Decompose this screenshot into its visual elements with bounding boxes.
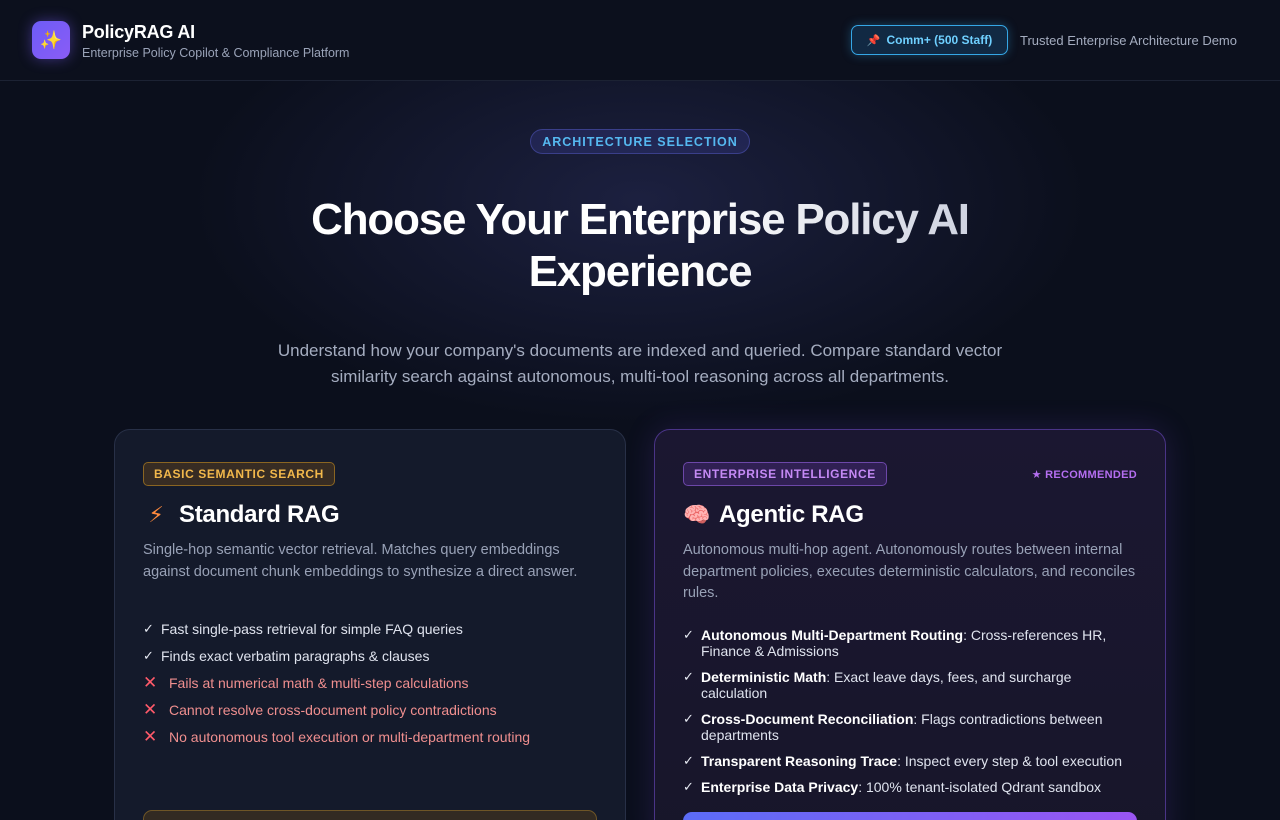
agentic-rag-badge: ENTERPRISE INTELLIGENCE [683, 462, 887, 486]
feature-text: Cannot resolve cross-document policy con… [169, 702, 497, 718]
agentic-rag-feature-list: ✓ Autonomous Multi-Department Routing: C… [683, 627, 1137, 795]
list-item: ✕ Cannot resolve cross-document policy c… [143, 700, 597, 719]
standard-rag-title-text: Standard RAG [179, 501, 340, 528]
list-item: ✓ Autonomous Multi-Department Routing: C… [683, 627, 1137, 659]
feature-text: No autonomous tool execution or multi-de… [169, 729, 531, 745]
list-item: ✓ Deterministic Math: Exact leave days, … [683, 669, 1137, 701]
list-item: ✓ Fast single-pass retrieval for simple … [143, 621, 597, 637]
trusted-caption: Trusted Enterprise Architecture Demo [1020, 33, 1237, 48]
list-item: ✓ Cross-Document Reconciliation: Flags c… [683, 711, 1137, 743]
page-subtitle: Understand how your company's documents … [277, 341, 1003, 386]
select-agentic-rag-button[interactable] [683, 812, 1137, 820]
section-eyebrow: ARCHITECTURE SELECTION [530, 129, 750, 154]
feature-text: Autonomous Multi-Department Routing: Cro… [701, 627, 1137, 659]
check-icon: ✓ [683, 778, 694, 794]
feature-heading: Cross-Document Reconciliation [701, 710, 914, 727]
list-item: ✓ Transparent Reasoning Trace: Inspect e… [683, 753, 1137, 769]
feature-text: Transparent Reasoning Trace: Inspect eve… [701, 753, 1122, 769]
feature-text: Deterministic Math: Exact leave days, fe… [701, 669, 1137, 701]
agentic-rag-card[interactable]: ENTERPRISE INTELLIGENCE ★ RECOMMENDED 🧠 … [654, 429, 1166, 820]
list-item: ✓ Enterprise Data Privacy: 100% tenant-i… [683, 779, 1137, 795]
page-title-line-1: Choose Your Enterprise Policy AI [311, 195, 969, 244]
app-subtitle: Enterprise Policy Copilot & Compliance P… [82, 46, 350, 60]
pushpin-icon: 📌 [866, 34, 881, 47]
standard-rag-card[interactable]: BASIC SEMANTIC SEARCH ⚡ Standard RAG Sin… [114, 429, 626, 820]
feature-text: Enterprise Data Privacy: 100% tenant-iso… [701, 779, 1101, 795]
check-icon: ✓ [683, 710, 694, 726]
standard-rag-badge: BASIC SEMANTIC SEARCH [143, 462, 335, 486]
sparkles-icon[interactable]: ✨ [32, 21, 70, 59]
feature-heading: Deterministic Math [701, 668, 827, 685]
list-item: ✕ Fails at numerical math & multi-step c… [143, 673, 597, 692]
check-icon: ✓ [683, 626, 694, 642]
plan-badge-button[interactable]: 📌 Comm+ (500 Staff) [851, 25, 1008, 55]
list-item: ✕ No autonomous tool execution or multi-… [143, 727, 597, 746]
cross-icon: ✕ [143, 700, 158, 719]
feature-text: Finds exact verbatim paragraphs & clause… [161, 648, 430, 664]
feature-text: Fails at numerical math & multi-step cal… [169, 675, 469, 691]
select-standard-rag-button[interactable] [143, 810, 597, 820]
page-title: Choose Your Enterprise Policy AI Experie… [240, 194, 1040, 298]
cross-icon: ✕ [143, 727, 158, 746]
app-title: PolicyRAG AI [82, 22, 195, 42]
check-icon: ✓ [143, 648, 154, 663]
page-title-line-2: Experience [528, 247, 752, 296]
feature-heading: Transparent Reasoning Trace [701, 752, 898, 769]
list-item: ✓ Finds exact verbatim paragraphs & clau… [143, 648, 597, 664]
check-icon: ✓ [683, 752, 694, 768]
standard-rag-feature-list: ✓ Fast single-pass retrieval for simple … [143, 621, 597, 745]
top-bar: ✨ PolicyRAG AI Enterprise Policy Copilot… [0, 0, 1280, 81]
feature-heading: Enterprise Data Privacy [701, 778, 859, 795]
lightning-bolt-icon: ⚡ [148, 502, 164, 527]
agentic-rag-description: Autonomous multi-hop agent. Autonomously… [683, 542, 1136, 601]
feature-text: Cross-Document Reconciliation: Flags con… [701, 711, 1137, 743]
feature-detail: : 100% tenant-isolated Qdrant sandbox [858, 778, 1102, 795]
feature-text: Fast single-pass retrieval for simple FA… [161, 621, 463, 637]
plan-label: Comm+ (500 Staff) [886, 33, 993, 47]
cross-icon: ✕ [143, 673, 158, 692]
agentic-rag-title-text: Agentic RAG [719, 501, 864, 528]
brain-icon: 🧠 [683, 502, 711, 527]
feature-heading: Autonomous Multi-Department Routing [701, 626, 964, 643]
feature-detail: : Inspect every step & tool execution [897, 752, 1122, 769]
check-icon: ✓ [143, 621, 154, 636]
agentic-rag-title: 🧠 Agentic RAG [683, 500, 1137, 530]
standard-rag-description: Single-hop semantic vector retrieval. Ma… [143, 542, 578, 580]
check-icon: ✓ [683, 668, 694, 684]
recommended-badge: ★ RECOMMENDED [1031, 469, 1137, 481]
standard-rag-title: ⚡ Standard RAG [143, 500, 597, 530]
